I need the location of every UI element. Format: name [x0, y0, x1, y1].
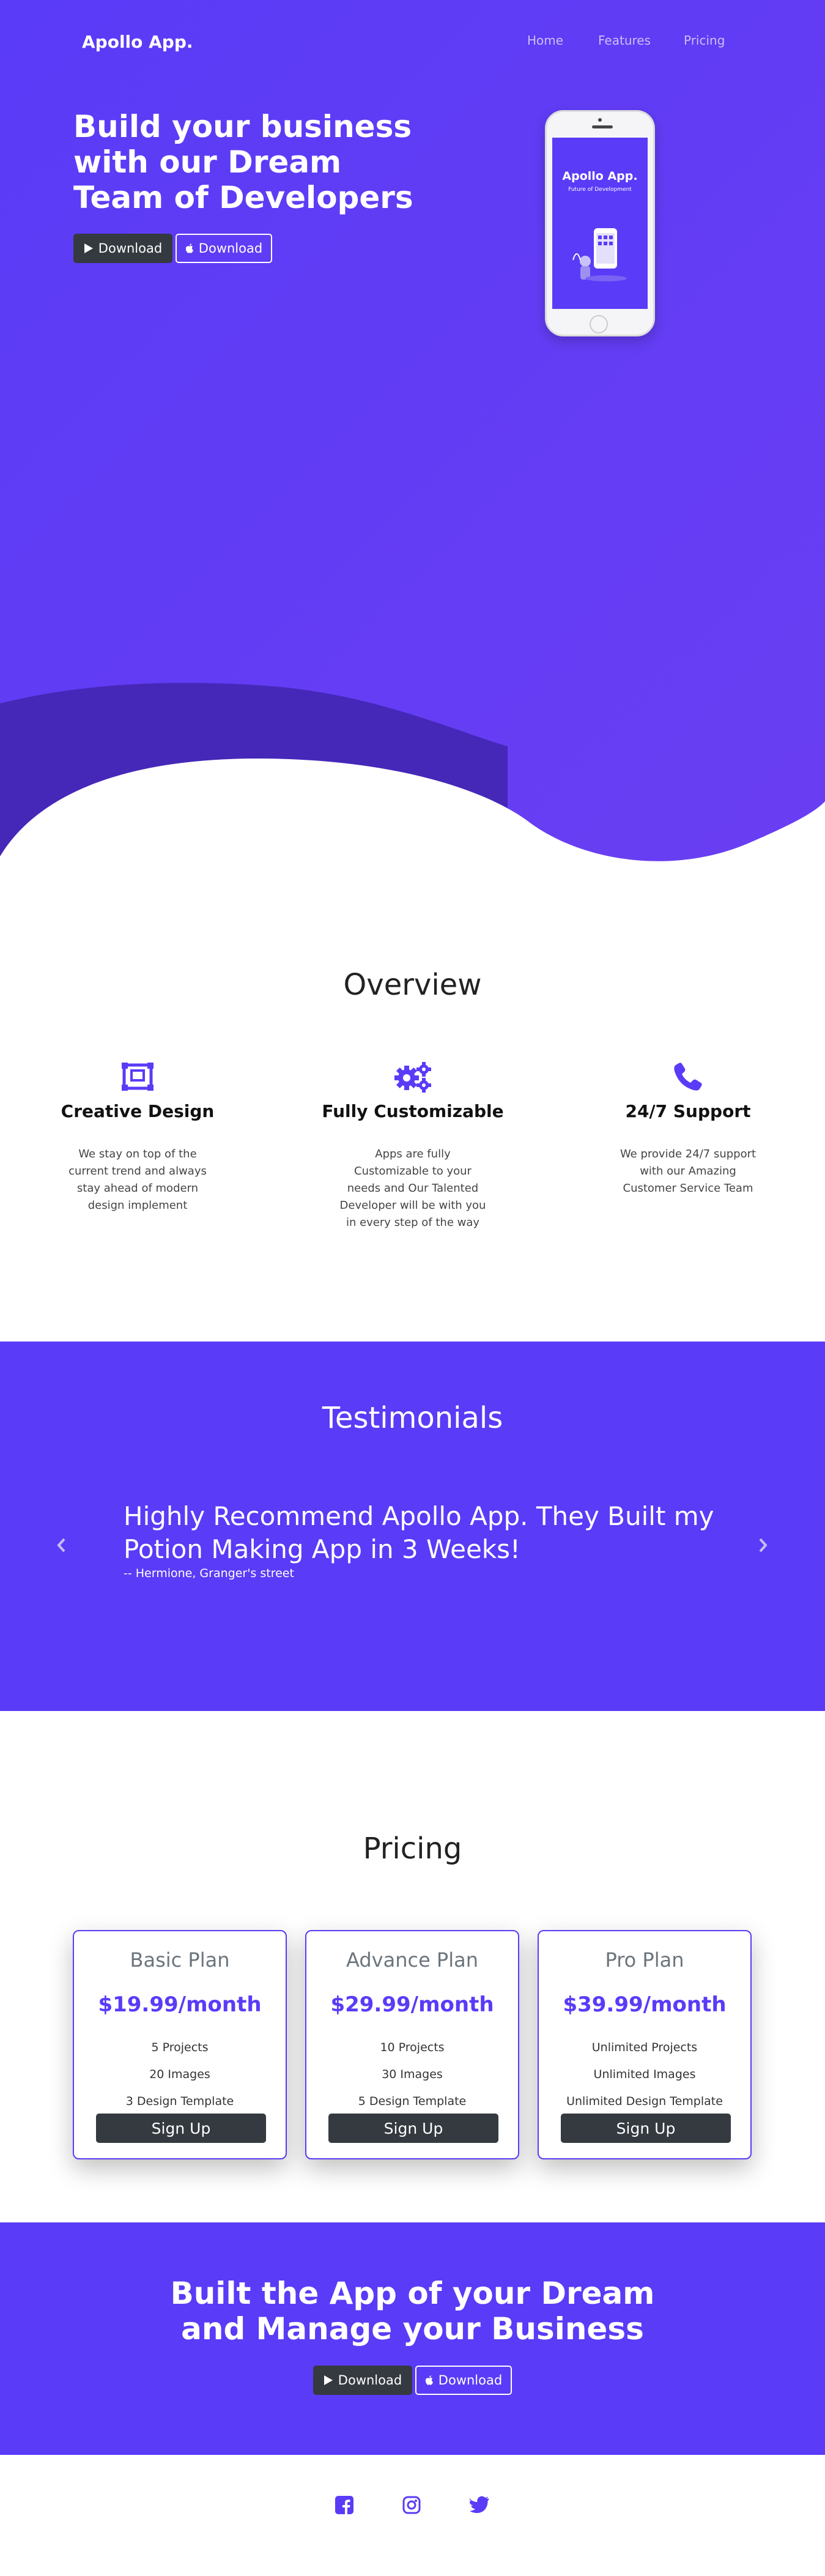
cta-download-apple-label: Download	[438, 2373, 503, 2388]
phone-screen-title: Apollo App.	[562, 169, 638, 183]
pricing-card-advance: Advance Plan $29.99/month 10 Projects 30…	[305, 1930, 519, 2159]
phone-mockup: Apollo App. Future of Development	[545, 110, 655, 336]
phone-screen: Apollo App. Future of Development	[552, 138, 648, 309]
pricing-card-pro: Pro Plan $39.99/month Unlimited Projects…	[538, 1930, 752, 2159]
plan-feature: 10 Projects	[380, 2041, 445, 2054]
gears-icon	[394, 1062, 431, 1093]
plan-name: Basic Plan	[130, 1948, 230, 1972]
phone-camera	[598, 118, 602, 122]
play-store-icon	[324, 2375, 333, 2385]
feature-fully-customizable: Fully Customizable Apps are fully Custom…	[312, 1058, 514, 1231]
facebook-icon	[335, 2496, 353, 2514]
plan-feature: 5 Projects	[151, 2041, 209, 2054]
feature-support: 24/7 Support We provide 24/7 support wit…	[587, 1058, 789, 1197]
nav-features[interactable]: Features	[598, 33, 651, 48]
feature-creative-design: Creative Design We stay on top of the cu…	[37, 1058, 239, 1214]
feature-title: 24/7 Support	[625, 1101, 751, 1121]
sign-up-button[interactable]: Sign Up	[561, 2114, 731, 2143]
plan-feature: 3 Design Template	[125, 2095, 234, 2108]
instagram-link[interactable]	[402, 2496, 421, 2517]
plan-features: 5 Projects 20 Images 3 Design Template	[74, 2034, 286, 2115]
download-apple-button[interactable]: Download	[176, 234, 272, 263]
sign-up-button[interactable]: Sign Up	[96, 2114, 266, 2143]
play-store-icon	[84, 243, 93, 253]
feature-text: We stay on top of the current trend and …	[68, 1148, 207, 1212]
testimonial-quote: Highly Recommend Apollo App. They Built …	[124, 1501, 714, 1564]
twitter-icon	[469, 2496, 489, 2513]
feature-title: Creative Design	[61, 1101, 215, 1121]
testimonial-author: -- Hermione, Granger's street	[124, 1567, 294, 1580]
cta-download-play-button[interactable]: Download	[313, 2366, 412, 2395]
carousel-prev-button[interactable]	[56, 1537, 66, 1558]
carousel-next-button[interactable]	[758, 1537, 768, 1558]
plan-features: 10 Projects 30 Images 5 Design Template	[306, 2034, 518, 2115]
plan-feature: 5 Design Template	[358, 2095, 467, 2108]
plan-feature: Unlimited Projects	[591, 2041, 698, 2054]
phone-screen-subtitle: Future of Development	[568, 187, 632, 193]
chevron-right-icon	[759, 1538, 768, 1553]
brand-logo[interactable]: Apollo App.	[82, 32, 193, 52]
download-play-label: Download	[98, 241, 163, 256]
hero-title: Build your business with our Dream Team …	[73, 109, 413, 215]
cta-download-apple-button[interactable]: Download	[415, 2366, 512, 2395]
sign-up-button[interactable]: Sign Up	[328, 2114, 498, 2143]
download-play-button[interactable]: Download	[73, 234, 172, 263]
plan-name: Advance Plan	[346, 1948, 478, 1972]
phone-home-button	[590, 315, 608, 333]
instagram-icon	[402, 2496, 421, 2514]
cta-title-text: Built the App of your Dream and Manage y…	[170, 2276, 655, 2347]
phone-icon	[674, 1063, 702, 1091]
chevron-left-icon	[57, 1538, 65, 1553]
testimonials-title: Testimonials	[322, 1401, 503, 1435]
pricing-card-basic: Basic Plan $19.99/month 5 Projects 20 Im…	[73, 1930, 287, 2159]
app-illustration-icon	[572, 228, 627, 281]
phone-speaker	[592, 125, 613, 128]
feature-title: Fully Customizable	[322, 1101, 504, 1121]
download-apple-label: Download	[198, 241, 263, 256]
hero-wave	[0, 683, 825, 869]
plan-feature: Unlimited Images	[593, 2068, 696, 2081]
plan-price: $39.99/month	[563, 1992, 727, 2017]
desktop-design-icon	[122, 1063, 154, 1091]
nav-pricing[interactable]: Pricing	[684, 33, 725, 48]
cta-title: Built the App of your Dream and Manage y…	[0, 2276, 825, 2347]
plan-name: Pro Plan	[605, 1948, 684, 1972]
overview-title: Overview	[343, 968, 482, 1002]
plan-feature: Unlimited Design Template	[566, 2095, 723, 2108]
pricing-title: Pricing	[363, 1832, 462, 1866]
plan-feature: 30 Images	[382, 2068, 443, 2081]
apple-icon	[425, 2375, 433, 2385]
plan-features: Unlimited Projects Unlimited Images Unli…	[539, 2034, 750, 2115]
twitter-link[interactable]	[469, 2496, 489, 2515]
feature-text: Apps are fully Customizable to your need…	[339, 1148, 486, 1229]
feature-text: We provide 24/7 support with our Amazing…	[620, 1148, 757, 1195]
plan-price: $19.99/month	[98, 1992, 262, 2017]
facebook-link[interactable]	[335, 2496, 353, 2517]
cta-download-play-label: Download	[338, 2373, 402, 2388]
apple-icon	[185, 243, 193, 253]
plan-price: $29.99/month	[330, 1992, 494, 2017]
plan-feature: 20 Images	[149, 2068, 210, 2081]
nav-home[interactable]: Home	[527, 33, 563, 48]
